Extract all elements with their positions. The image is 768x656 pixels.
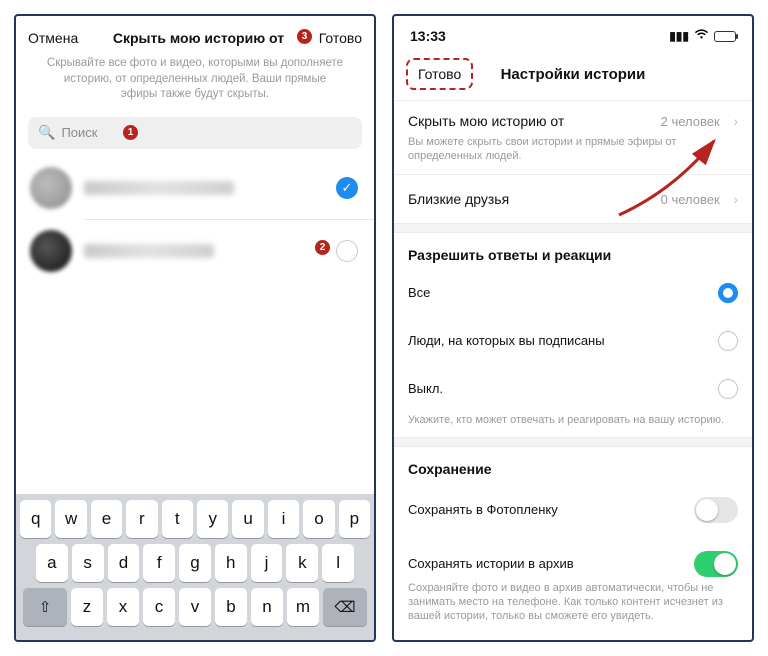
row-hint: Вы можете скрыть свои истории и прямые э…	[394, 135, 752, 174]
keyboard-key[interactable]: z	[71, 588, 103, 626]
toggle-row-archive[interactable]: Сохранять истории в архив	[394, 537, 752, 581]
annotation-badge-1: 1	[123, 125, 138, 140]
toggle-row-camera-roll[interactable]: Сохранять в Фотопленку	[394, 483, 752, 537]
page-title: Скрыть мою историю от	[113, 30, 284, 46]
keyboard-key[interactable]: a	[36, 544, 68, 582]
section-divider	[394, 223, 752, 233]
section-hint: Сохраняйте фото и видео в архив автомати…	[394, 581, 752, 634]
user-name-blurred	[84, 181, 234, 195]
user-name-blurred	[84, 244, 214, 258]
keyboard-key[interactable]: ⌫	[323, 588, 367, 626]
radio-row-following[interactable]: Люди, на которых вы подписаны	[394, 317, 752, 365]
radio-label: Выкл.	[408, 381, 443, 396]
done-button[interactable]: Готово	[319, 30, 362, 46]
keyboard-key[interactable]: r	[126, 500, 157, 538]
user-row[interactable]: ✓	[16, 157, 374, 219]
search-input[interactable]: 🔍 Поиск 1	[28, 117, 362, 149]
keyboard-key[interactable]: e	[91, 500, 122, 538]
keyboard-key[interactable]: v	[179, 588, 211, 626]
toggle-off[interactable]	[694, 497, 738, 523]
wifi-icon	[694, 29, 709, 43]
signal-icon: ▮▮▮	[669, 29, 689, 43]
annotation-badge-3: 3	[297, 29, 312, 44]
section-hint: Укажите, кто может отвечать и реагироват…	[394, 413, 752, 437]
status-time: 13:33	[410, 28, 446, 44]
row-value: 2 человек	[661, 114, 720, 129]
radio-row-off[interactable]: Выкл.	[394, 365, 752, 413]
keyboard-key[interactable]: i	[268, 500, 299, 538]
phone-right: 13:33 ▮▮▮ Готово Настройки истории Скрыт…	[392, 14, 754, 642]
chevron-right-icon: ›	[733, 113, 738, 129]
checkbox-empty[interactable]	[336, 240, 358, 262]
keyboard-key[interactable]: p	[339, 500, 370, 538]
keyboard-key[interactable]: y	[197, 500, 228, 538]
battery-icon	[714, 31, 736, 42]
row-label: Близкие друзья	[408, 191, 509, 207]
done-button-highlighted[interactable]: Готово	[406, 58, 473, 90]
keyboard-key[interactable]: o	[303, 500, 334, 538]
row-hide-story[interactable]: Скрыть мою историю от 2 человек ›	[394, 101, 752, 135]
radio-icon[interactable]	[718, 331, 738, 351]
radio-label: Люди, на которых вы подписаны	[408, 333, 605, 348]
radio-selected-icon[interactable]	[718, 283, 738, 303]
section-title-saving: Сохранение	[394, 447, 752, 483]
annotation-badge-2: 2	[315, 240, 330, 255]
row-value: 0 человек	[661, 192, 720, 207]
header: Отмена Скрыть мою историю от Готово 3	[16, 16, 374, 56]
keyboard-key[interactable]: j	[251, 544, 283, 582]
keyboard-key[interactable]: d	[108, 544, 140, 582]
search-placeholder: Поиск	[61, 125, 97, 140]
keyboard-key[interactable]: t	[162, 500, 193, 538]
chevron-right-icon: ›	[733, 191, 738, 207]
row-label: Скрыть мою историю от	[408, 113, 564, 129]
toggle-label: Сохранять в Фотопленку	[408, 502, 558, 517]
cancel-button[interactable]: Отмена	[28, 30, 78, 46]
status-bar: 13:33 ▮▮▮	[394, 16, 752, 50]
avatar	[30, 167, 72, 209]
phone-left: Отмена Скрыть мою историю от Готово 3 Ск…	[14, 14, 376, 642]
toggle-on[interactable]	[694, 551, 738, 577]
radio-label: Все	[408, 285, 430, 300]
radio-icon[interactable]	[718, 379, 738, 399]
search-icon: 🔍	[38, 124, 55, 141]
keyboard-key[interactable]: x	[107, 588, 139, 626]
avatar	[30, 230, 72, 272]
checkmark-icon[interactable]: ✓	[336, 177, 358, 199]
keyboard-key[interactable]: c	[143, 588, 175, 626]
keyboard-key[interactable]: m	[287, 588, 319, 626]
keyboard-key[interactable]: b	[215, 588, 247, 626]
toggle-label: Сохранять истории в архив	[408, 556, 574, 571]
section-title-replies: Разрешить ответы и реакции	[394, 233, 752, 269]
keyboard: qwertyuiop asdfghjkl ⇧zxcvbnm⌫	[16, 494, 374, 640]
keyboard-key[interactable]: w	[55, 500, 86, 538]
row-close-friends[interactable]: Близкие друзья 0 человек ›	[394, 174, 752, 223]
header-description: Скрывайте все фото и видео, которыми вы …	[16, 56, 374, 117]
keyboard-key[interactable]: g	[179, 544, 211, 582]
keyboard-key[interactable]: n	[251, 588, 283, 626]
user-row[interactable]: 2	[16, 220, 374, 282]
keyboard-key[interactable]: h	[215, 544, 247, 582]
keyboard-key[interactable]: k	[286, 544, 318, 582]
keyboard-key[interactable]: l	[322, 544, 354, 582]
section-divider	[394, 437, 752, 447]
radio-row-all[interactable]: Все	[394, 269, 752, 317]
keyboard-key[interactable]: ⇧	[23, 588, 67, 626]
keyboard-key[interactable]: s	[72, 544, 104, 582]
nav-bar: Готово Настройки истории	[394, 50, 752, 101]
keyboard-key[interactable]: f	[143, 544, 175, 582]
keyboard-key[interactable]: q	[20, 500, 51, 538]
keyboard-key[interactable]: u	[232, 500, 263, 538]
